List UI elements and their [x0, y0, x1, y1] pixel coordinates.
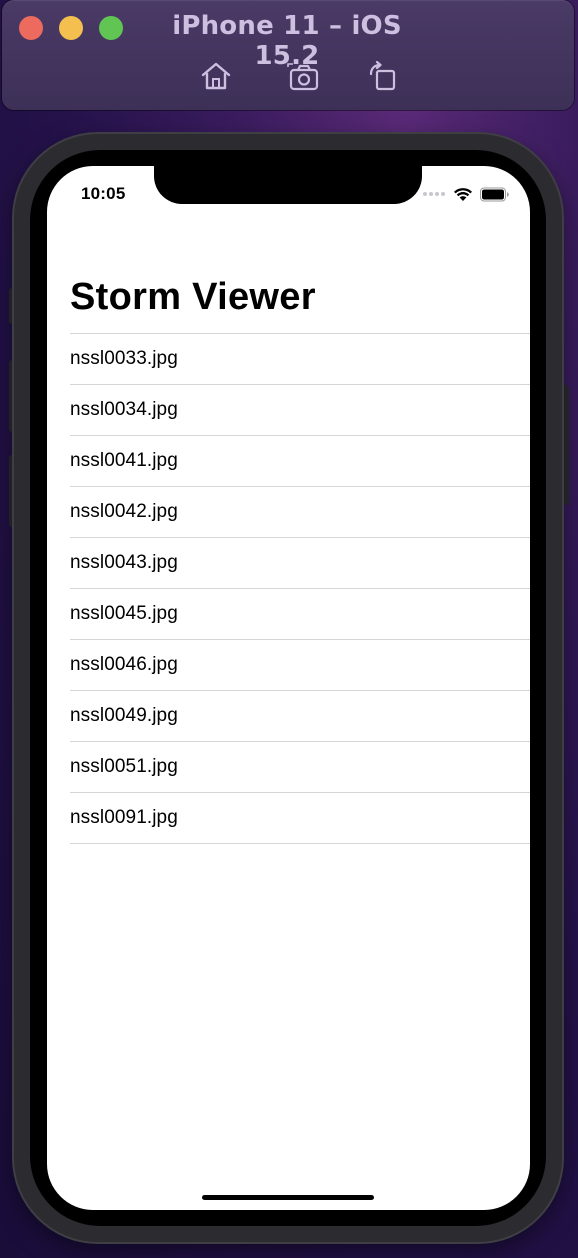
list-item[interactable]: nssl0033.jpg	[70, 334, 530, 385]
status-indicators	[423, 186, 510, 202]
close-window-button[interactable]	[19, 16, 43, 40]
image-list: nssl0033.jpg nssl0034.jpg nssl0041.jpg n…	[70, 333, 530, 844]
list-item[interactable]: nssl0034.jpg	[70, 385, 530, 436]
list-item[interactable]: nssl0091.jpg	[70, 793, 530, 844]
home-indicator[interactable]	[202, 1195, 374, 1200]
simulator-title-bar: iPhone 11 – iOS 15.2	[2, 0, 574, 110]
notch	[154, 166, 422, 204]
list-item[interactable]: nssl0041.jpg	[70, 436, 530, 487]
list-item[interactable]: nssl0045.jpg	[70, 589, 530, 640]
status-time: 10:05	[81, 184, 126, 203]
rotate-icon[interactable]	[366, 60, 400, 92]
screenshot-icon[interactable]	[287, 60, 321, 92]
list-item[interactable]: nssl0042.jpg	[70, 487, 530, 538]
device-screen: 10:05 Storm Viewer nssl0033.jpg nssl0034…	[47, 166, 530, 1210]
minimize-window-button[interactable]	[59, 16, 83, 40]
wifi-icon	[454, 187, 472, 201]
list-item[interactable]: nssl0049.jpg	[70, 691, 530, 742]
list-item[interactable]: nssl0046.jpg	[70, 640, 530, 691]
zoom-window-button[interactable]	[99, 16, 123, 40]
side-power-button	[563, 385, 569, 505]
battery-icon	[480, 187, 509, 201]
page-title: Storm Viewer	[70, 276, 316, 318]
cellular-signal-icon	[423, 192, 445, 196]
list-item[interactable]: nssl0051.jpg	[70, 742, 530, 793]
home-icon[interactable]	[199, 60, 233, 92]
list-item[interactable]: nssl0043.jpg	[70, 538, 530, 589]
